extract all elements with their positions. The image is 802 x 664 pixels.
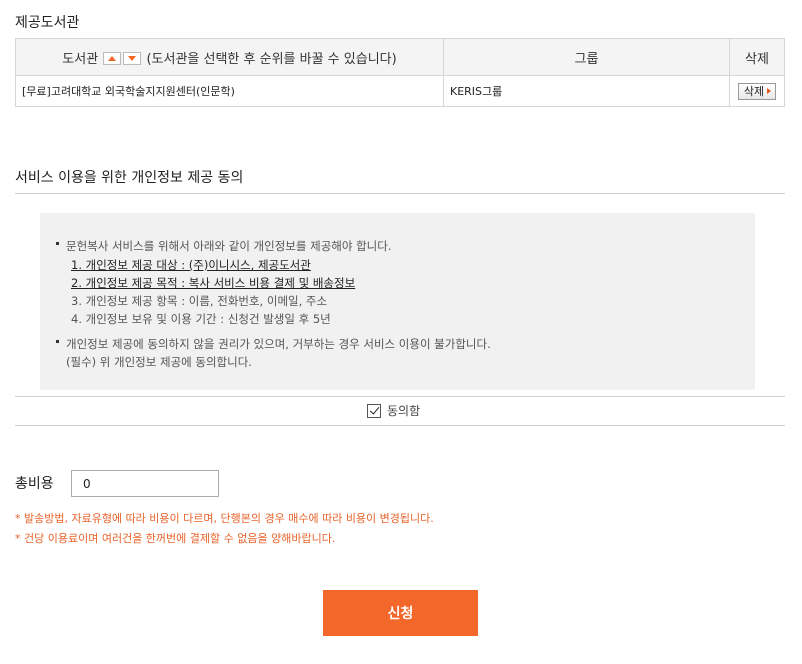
agree-checkbox-row[interactable]: 동의함 [367,402,420,419]
library-section-title: 제공도서관 [15,15,80,31]
divider [15,396,785,397]
delete-button[interactable]: 삭제 [737,82,777,100]
consent-required-text: (필수) 위 개인정보 제공에 동의합니다. [66,355,252,369]
consent-bullet-2: 개인정보 제공에 동의하지 않을 권리가 있으며, 거부하는 경우 서비스 이용… [54,335,491,353]
consent-item-2: 2. 개인정보 제공 목적 : 복사 서비스 비용 결제 및 배송정보 [71,276,356,290]
library-column-hint: (도서관을 선택한 후 순위를 바꿀 수 있습니다) [146,51,397,67]
divider [15,425,785,426]
total-fee-label: 총비용 [15,476,54,492]
consent-info-box: 문헌복사 서비스를 위해서 아래와 같이 개인정보를 제공해야 합니다. 1. … [40,213,755,390]
library-table: 도서관 (도서관을 선택한 후 순위를 바꿀 수 있습니다) 그룹 삭제 [무료… [15,38,785,107]
library-column-label: 도서관 [62,51,99,67]
delete-column-header: 삭제 [729,38,785,76]
consent-item-4: 4. 개인정보 보유 및 이용 기간 : 신청건 발생일 후 5년 [71,312,331,326]
fee-note-2: * 건당 이용료이며 여러건을 한꺼번에 결제할 수 없음을 양해바랍니다. [15,532,336,545]
group-cell: KERIS그룹 [443,75,730,107]
consent-section-title: 서비스 이용을 위한 개인정보 제공 동의 [15,170,244,186]
sort-up-icon[interactable] [103,51,122,65]
library-column-header: 도서관 (도서관을 선택한 후 순위를 바꿀 수 있습니다) [15,38,444,76]
group-column-header: 그룹 [443,38,730,76]
library-table-header: 도서관 (도서관을 선택한 후 순위를 바꿀 수 있습니다) 그룹 삭제 [15,38,785,76]
consent-item-1: 1. 개인정보 제공 대상 : (주)이니시스, 제공도서관 [71,258,311,272]
library-name-cell: [무료]고려대학교 외국학술지지원센터(인문학) [15,75,444,107]
submit-button[interactable]: 신청 [323,590,478,636]
consent-item-3: 3. 개인정보 제공 항목 : 이름, 전화번호, 이메일, 주소 [71,294,328,308]
delete-button-label: 삭제 [743,84,765,98]
agree-label: 동의함 [387,404,421,418]
consent-bullet-1: 문헌복사 서비스를 위해서 아래와 같이 개인정보를 제공해야 합니다. [54,237,391,255]
delete-cell: 삭제 [729,75,785,107]
fee-note-1: * 발송방법, 자료유형에 따라 비용이 다르며, 단행본의 경우 매수에 따라… [15,512,434,525]
total-fee-input[interactable] [71,470,219,497]
chevron-right-icon [767,87,772,94]
table-row[interactable]: [무료]고려대학교 외국학술지지원센터(인문학) KERIS그룹 삭제 [15,75,785,107]
divider [15,193,785,194]
sort-down-icon[interactable] [123,51,142,65]
agree-checkbox[interactable] [367,403,381,418]
